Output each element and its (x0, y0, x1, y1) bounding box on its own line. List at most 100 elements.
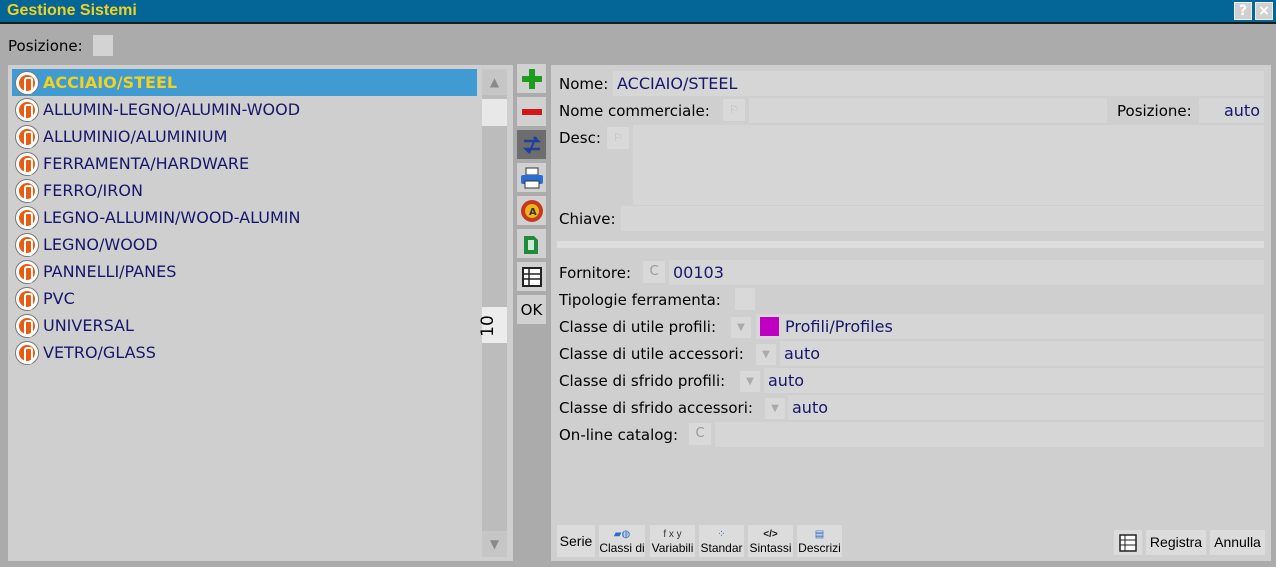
list-item-label: ACCIAIO/STEEL (43, 73, 178, 92)
list-item-label: PVC (43, 289, 75, 308)
nome-commerciale-field[interactable] (749, 98, 1107, 123)
minus-icon (521, 108, 542, 115)
help-button[interactable]: ? (1234, 2, 1252, 20)
title-bar: Gestione Sistemi ? × (0, 0, 1276, 24)
fornitore-lookup-button[interactable]: C (643, 261, 665, 283)
alert-icon: A (520, 199, 543, 222)
print-button[interactable] (517, 163, 546, 192)
chevron-down-icon[interactable]: ▼ (731, 317, 751, 338)
list-item[interactable]: PVC (12, 285, 477, 312)
classe-utile-profili-field[interactable]: Profili/Profiles (756, 314, 1264, 339)
list-item-label: LEGNO/WOOD (43, 235, 158, 254)
chevron-down-icon[interactable]: ▼ (765, 398, 785, 419)
system-icon (16, 71, 38, 94)
sintassi-label: Sintassi (749, 540, 792, 555)
posizione-detail-field[interactable]: auto (1199, 98, 1264, 123)
swap-button[interactable] (517, 130, 546, 159)
chevron-down-icon[interactable]: ▼ (740, 371, 760, 392)
list-item[interactable]: FERRAMENTA/HARDWARE (12, 150, 477, 177)
standard-icon: ⁘ (717, 528, 726, 540)
alert-button[interactable]: A (517, 196, 546, 225)
posizione-input[interactable] (93, 35, 113, 56)
online-catalog-field[interactable] (715, 422, 1264, 447)
classe-utile-profili-label: Classe di utile profili: (559, 318, 717, 336)
fornitore-field[interactable]: 00103 (669, 260, 1264, 285)
classi-button[interactable]: ▰◍ Classi di (599, 525, 645, 557)
grid-icon (521, 266, 542, 287)
list-item[interactable]: ALLUMINIO/ALUMINIUM (12, 123, 477, 150)
grid-button[interactable] (517, 262, 546, 291)
system-icon (16, 125, 38, 148)
export-icon (523, 235, 538, 254)
printer-icon (520, 167, 543, 188)
detail-panel: Nome: ACCIAIO/STEEL Nome commerciale: ⚐ … (551, 65, 1271, 561)
close-button[interactable]: × (1255, 2, 1273, 20)
list-count: 10 (477, 315, 498, 337)
system-icon (16, 287, 38, 310)
flag-icon[interactable]: ⚐ (723, 99, 745, 121)
classe-utile-accessori-label: Classe di utile accessori: (559, 345, 744, 363)
nome-field[interactable]: ACCIAIO/STEEL (613, 71, 1264, 96)
classe-sfrido-profili-field[interactable]: auto (764, 368, 1264, 393)
list-item[interactable]: FERRO/IRON (12, 177, 477, 204)
variables-icon: f x y (663, 528, 682, 540)
classe-sfrido-accessori-label: Classe di sfrido accessori: (559, 399, 753, 417)
system-icon (16, 314, 38, 337)
descrizi-button[interactable]: ▤ Descrizi (797, 525, 842, 557)
desc-label: Desc: (559, 129, 601, 147)
annulla-button[interactable]: Annulla (1210, 530, 1265, 555)
system-icon (16, 341, 38, 364)
desc-field[interactable] (633, 125, 1264, 205)
list-count-badge: 10 (478, 307, 507, 343)
table-view-button[interactable] (1114, 530, 1142, 555)
chiave-field[interactable] (621, 206, 1264, 231)
variabili-button[interactable]: f x y Variabili (650, 525, 695, 557)
chiave-label: Chiave: (559, 210, 616, 228)
classe-sfrido-accessori-field[interactable]: auto (788, 395, 1264, 420)
list-item[interactable]: PANNELLI/PANES (12, 258, 477, 285)
flag-icon[interactable]: ⚐ (607, 127, 629, 149)
list-item-label: FERRAMENTA/HARDWARE (43, 154, 250, 173)
ok-button[interactable]: OK (517, 295, 546, 324)
scroll-up-button[interactable]: ▲ (482, 69, 507, 95)
online-catalog-lookup-button[interactable]: C (689, 423, 711, 445)
color-swatch (760, 317, 779, 336)
list-scrollbar[interactable]: ▲ 10 ▼ (478, 69, 507, 557)
serie-button[interactable]: Serie (557, 525, 595, 557)
add-button[interactable] (517, 64, 546, 93)
list-item-label: PANNELLI/PANES (43, 262, 177, 281)
descriptions-icon: ▤ (814, 528, 825, 540)
scroll-down-button[interactable]: ▼ (482, 531, 507, 557)
list-item[interactable]: LEGNO/WOOD (12, 231, 477, 258)
serie-label: Serie (559, 533, 593, 549)
list-item-label: UNIVERSAL (43, 316, 134, 335)
code-icon: </> (763, 528, 778, 540)
classe-utile-accessori-field[interactable]: auto (780, 341, 1264, 366)
list-item[interactable]: UNIVERSAL (12, 312, 477, 339)
registra-button[interactable]: Registra (1146, 530, 1206, 555)
table-icon (1119, 534, 1137, 552)
system-icon (16, 206, 38, 229)
sintassi-button[interactable]: </> Sintassi (748, 525, 793, 557)
system-icon (16, 179, 38, 202)
tipologie-ferramenta-label: Tipologie ferramenta: (559, 291, 721, 309)
export-button[interactable] (517, 229, 546, 258)
descrizi-label: Descrizi (798, 540, 841, 555)
system-icon (16, 260, 38, 283)
list-item[interactable]: ALLUMIN-LEGNO/ALUMIN-WOOD (12, 96, 477, 123)
sistemi-list: ACCIAIO/STEEL ALLUMIN-LEGNO/ALUMIN-WOOD AL… (8, 65, 513, 561)
list-item-label: LEGNO-ALLUMIN/WOOD-ALUMIN (43, 208, 301, 227)
tipologie-ferramenta-checkbox[interactable] (735, 288, 755, 310)
list-item[interactable]: ACCIAIO/STEEL (12, 69, 477, 96)
scroll-thumb[interactable] (482, 99, 507, 126)
remove-button[interactable] (517, 97, 546, 126)
list-item-label: FERRO/IRON (43, 181, 143, 200)
chevron-down-icon[interactable]: ▼ (756, 344, 776, 365)
standar-button[interactable]: ⁘ Standar (699, 525, 744, 557)
classi-label: Classi di (599, 540, 645, 555)
plus-icon (521, 68, 542, 89)
list-item[interactable]: VETRO/GLASS (12, 339, 477, 366)
list-item[interactable]: LEGNO-ALLUMIN/WOOD-ALUMIN (12, 204, 477, 231)
posizione-detail-label: Posizione: (1117, 102, 1192, 120)
section-divider (557, 241, 1264, 248)
